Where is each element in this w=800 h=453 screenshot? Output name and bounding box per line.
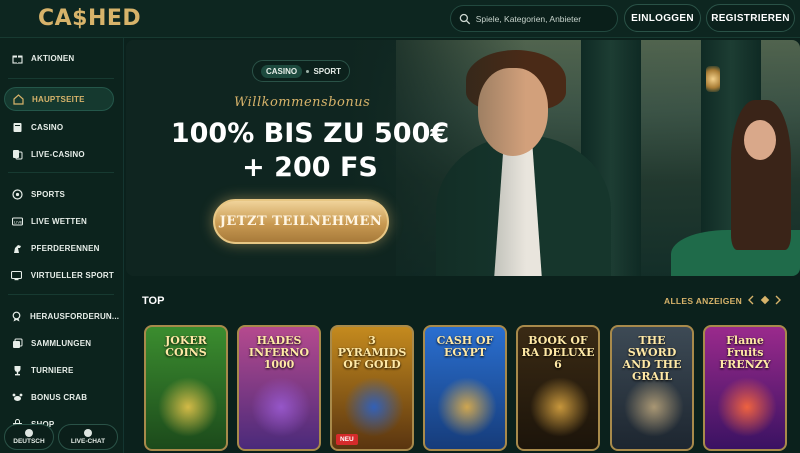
sidebar-item-label: VIRTUELLER SPORT: [30, 270, 114, 280]
live-chat-label: LIVE-CHAT: [70, 438, 106, 445]
new-badge: NEU: [336, 434, 358, 445]
sidebar-item-label: HERAUSFORDERUN...: [30, 311, 120, 321]
game-card[interactable]: Flame Fruits FRENZY: [703, 325, 787, 451]
sidebar-item-casino[interactable]: CASINO: [4, 115, 114, 139]
sidebar-item-live-wetten[interactable]: LIVE LIVE WETTEN: [4, 209, 114, 233]
svg-text:LIVE: LIVE: [14, 219, 23, 224]
wall-lamp: [706, 66, 720, 92]
game-card[interactable]: THE SWORD AND THE GRAIL: [610, 325, 694, 451]
home-icon: [12, 93, 24, 105]
medal-icon: [11, 310, 22, 322]
sidebar-item-label: LIVE-CASINO: [31, 149, 85, 159]
sidebar-item-label: LIVE WETTEN: [31, 216, 87, 226]
game-card[interactable]: BOOK OF RA DELUXE 6: [516, 325, 600, 451]
game-card[interactable]: JOKER COINS: [144, 325, 228, 451]
tab-separator: [306, 69, 310, 73]
sidebar-item-label: AKTIONEN: [31, 53, 75, 63]
top-header: CA$HED EINLOGGEN REGISTRIEREN: [0, 0, 800, 38]
join-now-button[interactable]: JETZT TEILNEHMEN: [213, 199, 389, 244]
sidebar-divider: [8, 172, 114, 173]
sidebar-item-bonus-crab[interactable]: BONUS CRAB: [4, 385, 114, 409]
search-input[interactable]: [475, 13, 617, 24]
sidebar-item-virtueller-sport[interactable]: VIRTUELLER SPORT: [4, 263, 114, 287]
cards-icon: [11, 121, 23, 133]
register-button[interactable]: REGISTRIEREN: [706, 4, 795, 32]
sidebar-item-herausforderungen[interactable]: HERAUSFORDERUN...: [4, 304, 119, 328]
sidebar-item-label: SPORTS: [31, 189, 66, 199]
search-bar[interactable]: [450, 5, 618, 32]
tab-sport[interactable]: SPORT: [313, 67, 341, 76]
gift-icon: [11, 52, 23, 64]
monitor-icon: [11, 269, 23, 281]
sidebar-item-aktionen[interactable]: AKTIONEN: [4, 46, 114, 70]
sidebar-item-pferderennen[interactable]: PFERDERENNEN: [4, 236, 114, 260]
sidebar-item-label: CASINO: [31, 122, 64, 132]
section-title: TOP: [142, 295, 165, 307]
live-tv-icon: LIVE: [11, 215, 23, 227]
live-cards-icon: [11, 148, 23, 160]
game-title: HADES INFERNO 1000: [248, 334, 310, 371]
headline-line-1: 100% BIS ZU 500€: [170, 118, 450, 149]
brand-logo[interactable]: CA$HED: [38, 6, 141, 31]
sidebar-item-label: PFERDERENNEN: [31, 243, 100, 253]
sidebar-item-sammlungen[interactable]: SAMMLUNGEN: [4, 331, 114, 355]
horse-icon: [11, 242, 23, 254]
trophy-icon: [11, 364, 23, 376]
game-thumbnail: [437, 377, 497, 437]
search-icon: [459, 13, 471, 24]
hero-banner: CASINO SPORT Willkommensbonus 100% BIS Z…: [126, 40, 800, 276]
sidebar-item-hauptseite[interactable]: HAUPTSEITE: [4, 87, 114, 111]
show-all-link[interactable]: ALLES ANZEIGEN: [664, 296, 742, 306]
sidebar: AKTIONEN HAUPTSEITE CASINO LIVE-CASINO S…: [0, 38, 124, 453]
woman-face: [744, 120, 776, 160]
game-card[interactable]: HADES INFERNO 1000: [237, 325, 321, 451]
sidebar-item-live-casino[interactable]: LIVE-CASINO: [4, 142, 114, 166]
language-button[interactable]: DEUTSCH: [4, 424, 54, 450]
carousel-dot: [760, 295, 770, 305]
ball-icon: [11, 188, 23, 200]
casino-sport-toggle: CASINO SPORT: [252, 60, 350, 82]
game-title: Flame Fruits FRENZY: [719, 334, 771, 371]
help-icon: [84, 429, 92, 437]
game-title: CASH OF EGYPT: [436, 334, 494, 359]
login-button[interactable]: EINLOGGEN: [624, 4, 701, 32]
hero-headline: 100% BIS ZU 500€ + 200 FS: [160, 117, 460, 185]
game-title: BOOK OF RA DELUXE 6: [521, 334, 595, 371]
sidebar-item-label: BONUS CRAB: [31, 392, 88, 402]
globe-icon: [25, 429, 33, 437]
crab-icon: [11, 391, 23, 403]
sidebar-item-turniere[interactable]: TURNIERE: [4, 358, 114, 382]
sidebar-item-sports[interactable]: SPORTS: [4, 182, 114, 206]
game-card[interactable]: CASH OF EGYPT: [423, 325, 507, 451]
sidebar-divider: [8, 294, 114, 295]
game-thumbnail: [717, 377, 777, 437]
sidebar-divider: [8, 78, 114, 79]
chevron-right-icon[interactable]: [771, 293, 785, 307]
sidebar-item-label: HAUPTSEITE: [32, 94, 85, 104]
language-label: DEUTSCH: [13, 438, 45, 445]
game-card[interactable]: 3 PYRAMIDS OF GOLD NEU: [330, 325, 414, 451]
live-chat-button[interactable]: LIVE-CHAT: [58, 424, 118, 450]
game-thumbnail: [251, 377, 311, 437]
sidebar-item-label: TURNIERE: [31, 365, 74, 375]
headline-line-2: + 200 FS: [242, 152, 378, 183]
game-thumbnail: [624, 377, 684, 437]
sidebar-item-label: SAMMLUNGEN: [31, 338, 92, 348]
game-thumbnail: [344, 377, 404, 437]
collection-icon: [11, 337, 23, 349]
game-title: JOKER COINS: [165, 334, 207, 359]
tab-casino[interactable]: CASINO: [261, 64, 303, 78]
chevron-left-icon[interactable]: [744, 293, 758, 307]
game-title: 3 PYRAMIDS OF GOLD: [337, 334, 407, 371]
game-title: THE SWORD AND THE GRAIL: [622, 334, 682, 383]
game-thumbnail: [530, 377, 590, 437]
game-thumbnail: [158, 377, 218, 437]
welcome-bonus-label: Willkommensbonus: [234, 95, 371, 110]
